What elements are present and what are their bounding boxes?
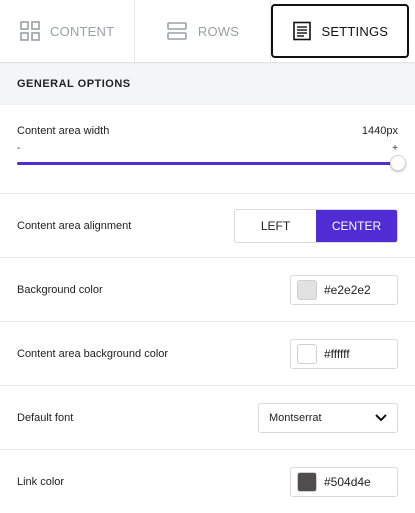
content-bg-color-hex: #ffffff [324, 346, 350, 361]
background-color-row: Background color #e2e2e2 [0, 258, 415, 322]
default-font-select[interactable]: Montserrat [258, 402, 398, 433]
tab-settings[interactable]: SETTINGS [270, 4, 409, 58]
link-color-swatch[interactable] [297, 471, 317, 492]
default-font-row: Default font Montserrat [0, 386, 415, 450]
section-title: GENERAL OPTIONS [17, 78, 131, 90]
alignment-toggle: LEFT CENTER [234, 208, 398, 243]
alignment-label: Content area alignment [17, 219, 132, 232]
tab-bar: CONTENT ROWS SETTINGS [0, 0, 415, 63]
link-color-row: Link color #504d4e [0, 450, 415, 513]
link-color-input[interactable]: #504d4e [290, 466, 398, 497]
background-color-swatch[interactable] [297, 279, 317, 300]
content-width-label: Content area width [17, 125, 110, 137]
slider-max-symbol: + [392, 143, 398, 154]
content-bg-color-label: Content area background color [17, 347, 169, 360]
default-font-value: Montserrat [269, 411, 322, 424]
content-bg-color-input[interactable]: #ffffff [290, 338, 398, 369]
default-font-label: Default font [17, 411, 74, 424]
align-left-button[interactable]: LEFT [235, 209, 316, 242]
slider-min-symbol: - [17, 143, 21, 154]
tab-content[interactable]: CONTENT [0, 0, 136, 62]
grid-icon [20, 21, 40, 41]
background-color-input[interactable]: #e2e2e2 [290, 274, 398, 305]
tab-rows[interactable]: ROWS [135, 0, 271, 62]
align-center-button[interactable]: CENTER [316, 209, 397, 242]
background-color-label: Background color [17, 283, 103, 296]
tab-content-label: CONTENT [50, 23, 115, 39]
tab-settings-label: SETTINGS [321, 23, 389, 39]
chevron-down-icon [375, 413, 387, 422]
tab-rows-label: ROWS [197, 23, 240, 39]
alignment-row: Content area alignment LEFT CENTER [0, 194, 415, 258]
settings-doc-icon [292, 21, 312, 41]
rows-icon [166, 21, 188, 41]
link-color-hex: #504d4e [324, 474, 371, 489]
section-header-general: GENERAL OPTIONS [0, 63, 415, 105]
slider-thumb[interactable] [390, 155, 406, 171]
content-width-value: 1440px [361, 125, 398, 137]
content-width-row: Content area width 1440px - + [0, 105, 415, 194]
content-bg-color-swatch[interactable] [297, 343, 317, 364]
link-color-label: Link color [17, 475, 65, 488]
content-width-slider[interactable] [17, 155, 406, 172]
slider-track [17, 162, 398, 165]
content-bg-color-row: Content area background color #ffffff [0, 322, 415, 386]
background-color-hex: #e2e2e2 [324, 282, 371, 297]
